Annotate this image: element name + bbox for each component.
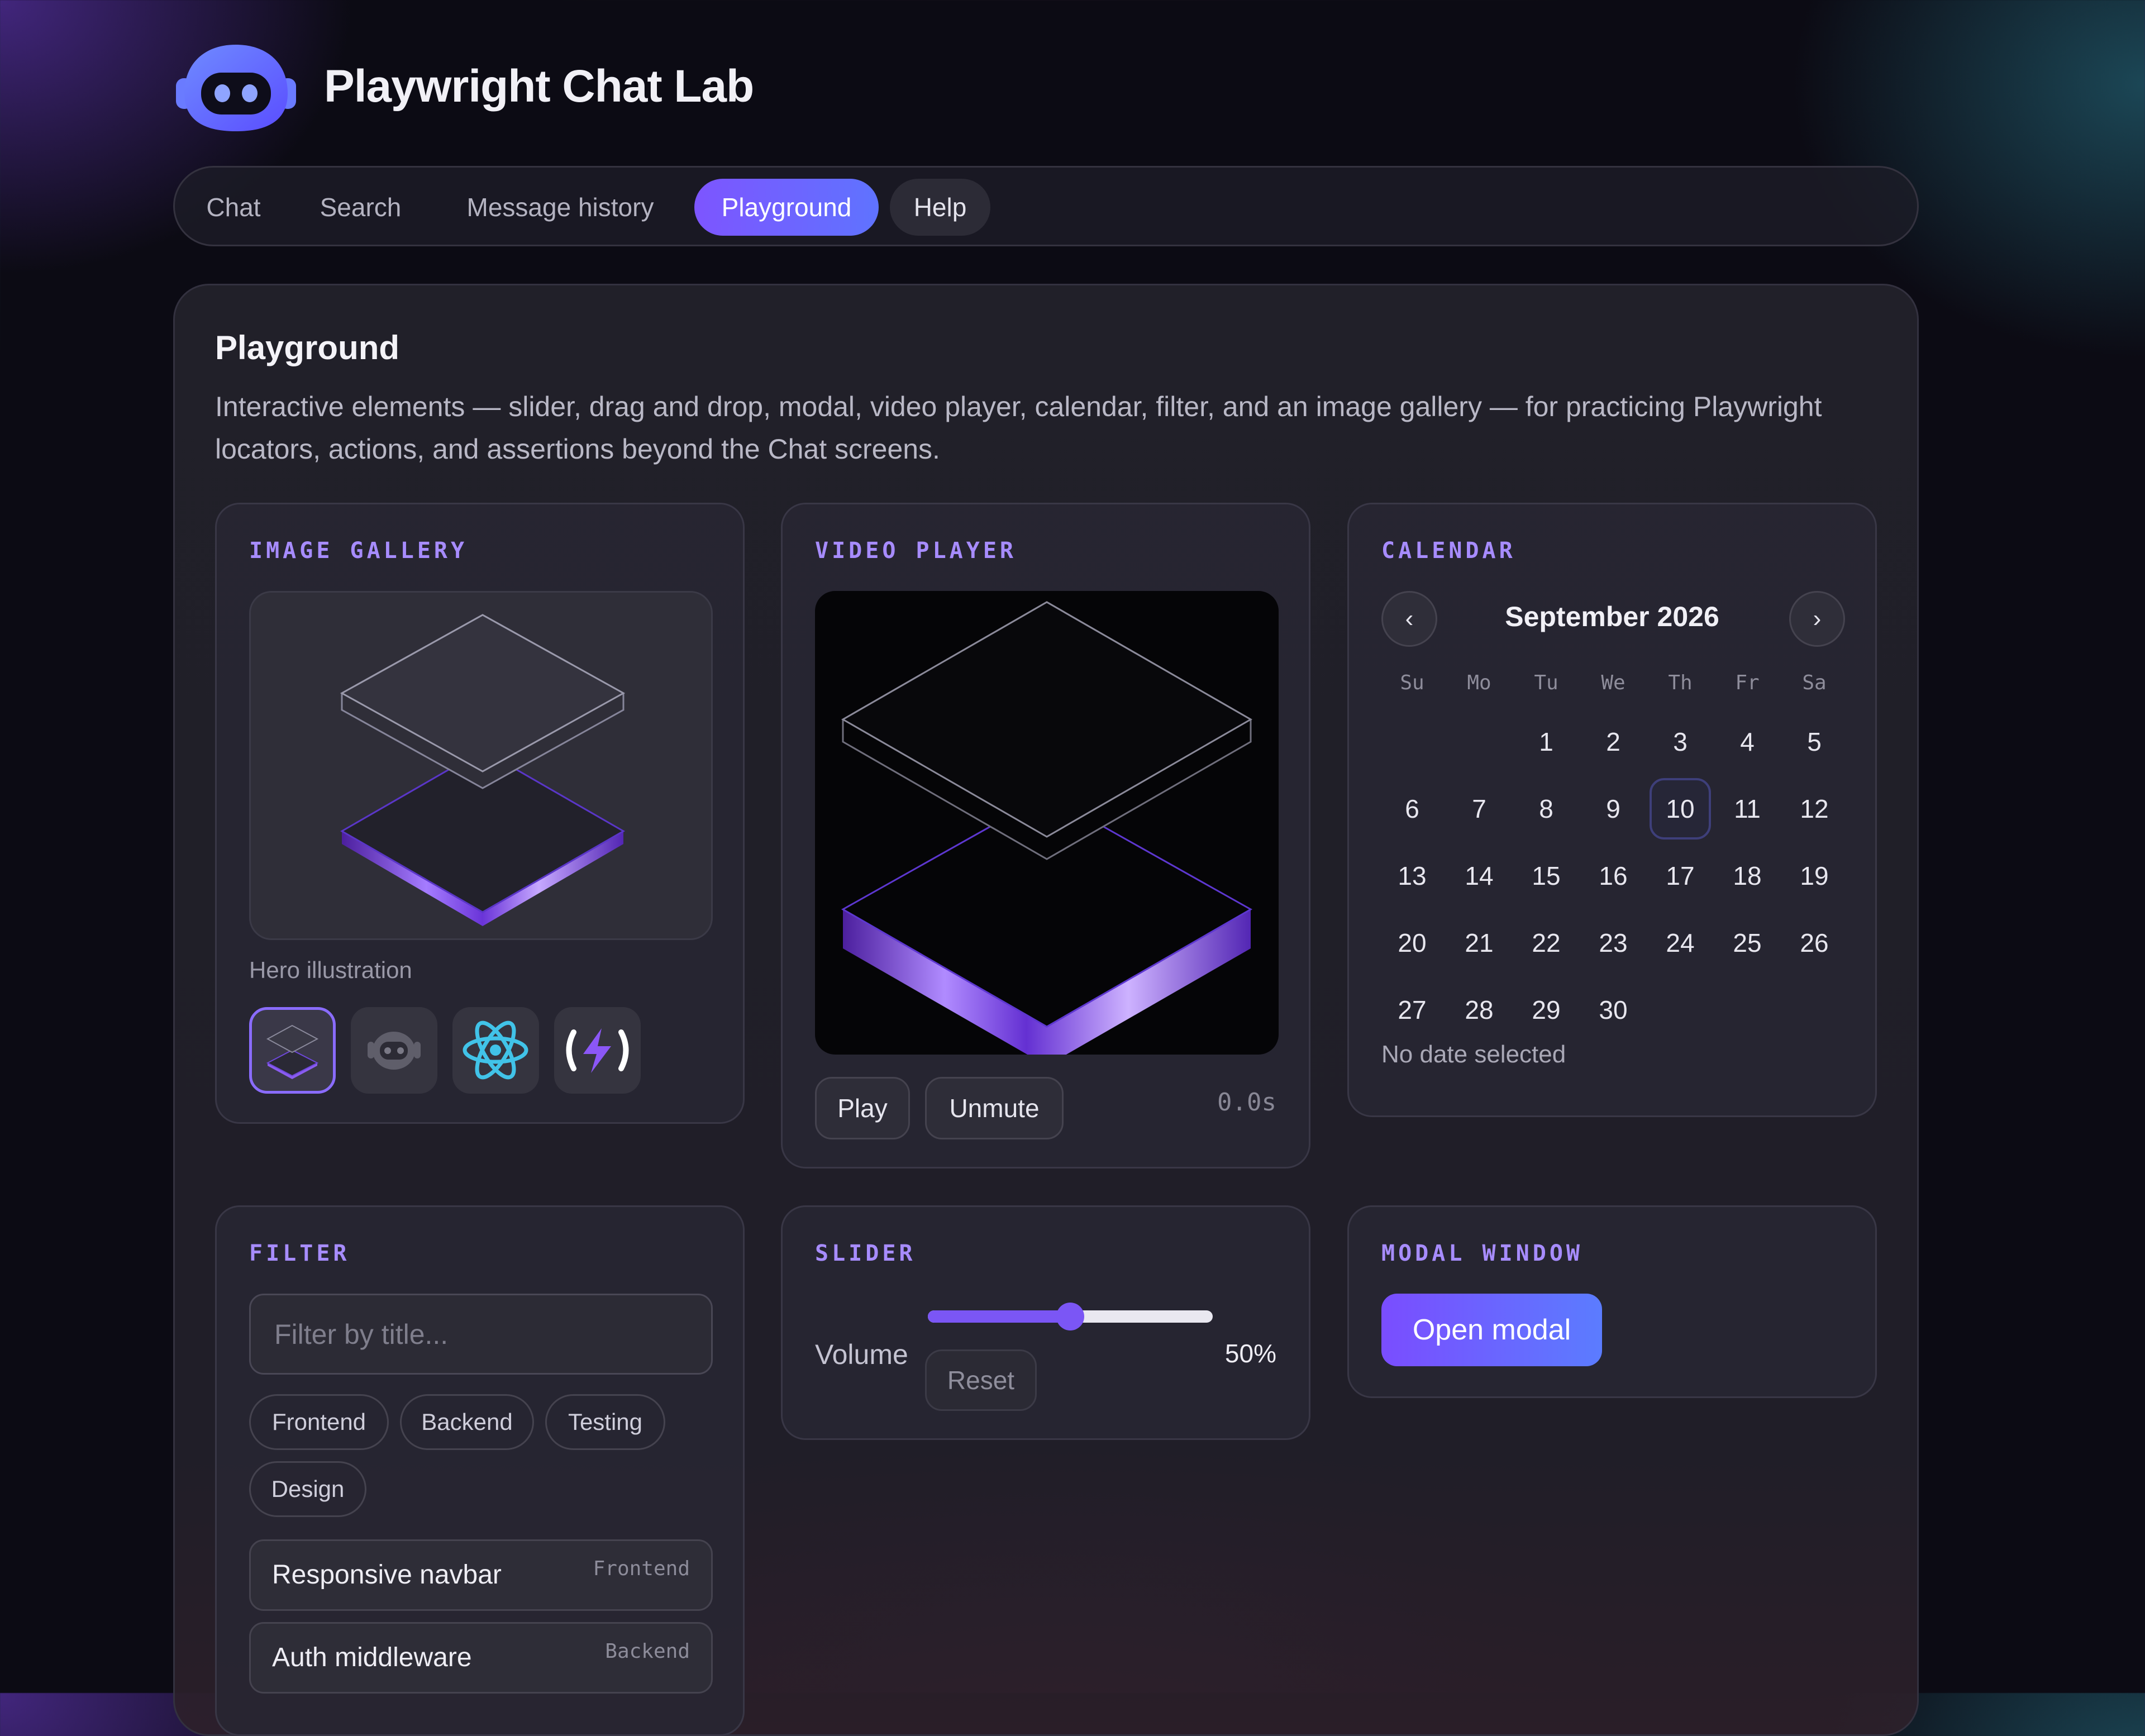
calendar-day[interactable]: 2 <box>1582 711 1644 772</box>
calendar-day[interactable]: 8 <box>1515 778 1577 840</box>
calendar-weekday: Su <box>1400 671 1424 694</box>
calendar-day[interactable]: 17 <box>1650 845 1711 907</box>
image-gallery-card: IMAGE GALLERY Hero illustration <box>215 503 745 1124</box>
filter-result-title: Auth middleware <box>272 1643 472 1672</box>
video-unmute-button[interactable]: Unmute <box>925 1077 1064 1139</box>
calendar-day[interactable]: 26 <box>1784 912 1845 974</box>
video-time-readout: 0.0s <box>1217 1088 1276 1117</box>
robot-icon <box>368 1032 421 1070</box>
calendar-day[interactable]: 29 <box>1515 979 1577 1041</box>
tab-help[interactable]: Help <box>890 179 990 236</box>
calendar-day[interactable]: 7 <box>1448 778 1510 840</box>
filter-result-item[interactable]: Responsive navbar Frontend <box>249 1539 713 1611</box>
calendar-day[interactable]: 16 <box>1582 845 1644 907</box>
filter-result-title: Responsive navbar <box>272 1560 502 1590</box>
gallery-caption: Hero illustration <box>249 957 412 983</box>
layers-hero-icon <box>266 1024 319 1079</box>
filter-result-item[interactable]: Auth middleware Backend <box>249 1622 713 1694</box>
gallery-thumb-1[interactable] <box>249 1007 336 1094</box>
slider-value: 50% <box>1224 1339 1276 1368</box>
gallery-thumb-3[interactable] <box>452 1007 539 1094</box>
filter-title: FILTER <box>249 1241 350 1266</box>
calendar-weekday: Th <box>1668 671 1693 694</box>
filter-chip-backend[interactable]: Backend <box>400 1394 534 1450</box>
calendar-day[interactable]: 24 <box>1650 912 1711 974</box>
filter-chip-testing[interactable]: Testing <box>545 1394 665 1450</box>
filter-input[interactable] <box>249 1294 713 1375</box>
calendar-day[interactable]: 4 <box>1717 711 1778 772</box>
calendar-day[interactable]: 15 <box>1515 845 1577 907</box>
calendar-day[interactable]: 5 <box>1784 711 1845 772</box>
gallery-thumb-2[interactable] <box>351 1007 437 1094</box>
calendar-weekday: Fr <box>1735 671 1760 694</box>
video-play-button[interactable]: Play <box>815 1077 910 1139</box>
calendar-day[interactable]: 28 <box>1448 979 1510 1041</box>
calendar-day[interactable]: 3 <box>1650 711 1711 772</box>
calendar-weekday: Tu <box>1534 671 1558 694</box>
calendar-day[interactable]: 9 <box>1582 778 1644 840</box>
volume-slider[interactable] <box>928 1303 1213 1330</box>
filter-chip-design[interactable]: Design <box>249 1461 366 1517</box>
calendar-day[interactable]: 30 <box>1582 979 1644 1041</box>
calendar-card: CALENDAR ‹ September 2026 › Su Mo Tu We Th Fr… <box>1347 503 1877 1117</box>
react-atom-icon <box>463 1020 528 1080</box>
video-player-screen[interactable] <box>815 591 1279 1055</box>
main-nav: Chat Search Message history Playground H… <box>173 166 1919 246</box>
gallery-main-image <box>249 591 713 940</box>
slider-card: SLIDER Volume 50% Reset <box>781 1205 1310 1440</box>
tab-playground[interactable]: Playground <box>694 179 879 236</box>
calendar-day[interactable]: 21 <box>1448 912 1510 974</box>
modal-window-title: MODAL WINDOW <box>1381 1241 1583 1266</box>
calendar-day[interactable]: 25 <box>1717 912 1778 974</box>
calendar-status: No date selected <box>1381 1041 1566 1068</box>
tab-search[interactable]: Search <box>312 179 409 236</box>
app-logo-robot-icon <box>176 42 296 134</box>
calendar-day[interactable]: 6 <box>1381 778 1443 840</box>
calendar-next-button[interactable]: › <box>1789 591 1845 647</box>
calendar-day[interactable]: 1 <box>1515 711 1577 772</box>
calendar-title: CALENDAR <box>1381 538 1516 564</box>
tab-chat[interactable]: Chat <box>200 179 267 236</box>
calendar-day[interactable]: 27 <box>1381 979 1443 1041</box>
tab-message-history[interactable]: Message history <box>457 179 664 236</box>
calendar-day[interactable]: 14 <box>1448 845 1510 907</box>
calendar-day[interactable]: 20 <box>1381 912 1443 974</box>
calendar-day[interactable]: 19 <box>1784 845 1845 907</box>
filter-result-tag: Frontend <box>593 1557 690 1580</box>
modal-window-card: MODAL WINDOW Open modal <box>1347 1205 1877 1398</box>
app-title: Playwright Chat Lab <box>324 61 754 112</box>
calendar-day[interactable]: 13 <box>1381 845 1443 907</box>
slider-label: Volume <box>815 1339 908 1370</box>
gallery-thumb-4[interactable] <box>554 1007 641 1094</box>
calendar-day[interactable]: 11 <box>1717 778 1778 840</box>
slider-thumb[interactable] <box>1056 1303 1084 1330</box>
page-title: Playground <box>215 329 400 366</box>
slider-title: SLIDER <box>815 1241 916 1266</box>
filter-result-tag: Backend <box>605 1640 690 1663</box>
calendar-day[interactable]: 12 <box>1784 778 1845 840</box>
filter-card: FILTER Frontend Backend Testing Design R… <box>215 1205 745 1736</box>
calendar-weekday: We <box>1601 671 1626 694</box>
calendar-day[interactable]: 22 <box>1515 912 1577 974</box>
image-gallery-title: IMAGE GALLERY <box>249 538 468 564</box>
video-player-title: VIDEO PLAYER <box>815 538 1017 564</box>
open-modal-button[interactable]: Open modal <box>1381 1294 1602 1366</box>
video-player-card: VIDEO PLAYER Play Unmute 0.0s <box>781 503 1310 1169</box>
filter-chip-frontend[interactable]: Frontend <box>249 1394 389 1450</box>
calendar-day[interactable]: 10 <box>1650 778 1711 840</box>
lightning-braces-icon <box>566 1028 629 1073</box>
page-description: Interactive elements — slider, drag and … <box>215 391 1822 465</box>
chevron-right-icon: › <box>1813 605 1822 632</box>
calendar-weekday: Mo <box>1467 671 1491 694</box>
slider-reset-button[interactable]: Reset <box>925 1349 1037 1411</box>
calendar-day[interactable]: 23 <box>1582 912 1644 974</box>
slider-fill <box>928 1310 1070 1323</box>
calendar-day[interactable]: 18 <box>1717 845 1778 907</box>
calendar-weekday: Sa <box>1802 671 1827 694</box>
